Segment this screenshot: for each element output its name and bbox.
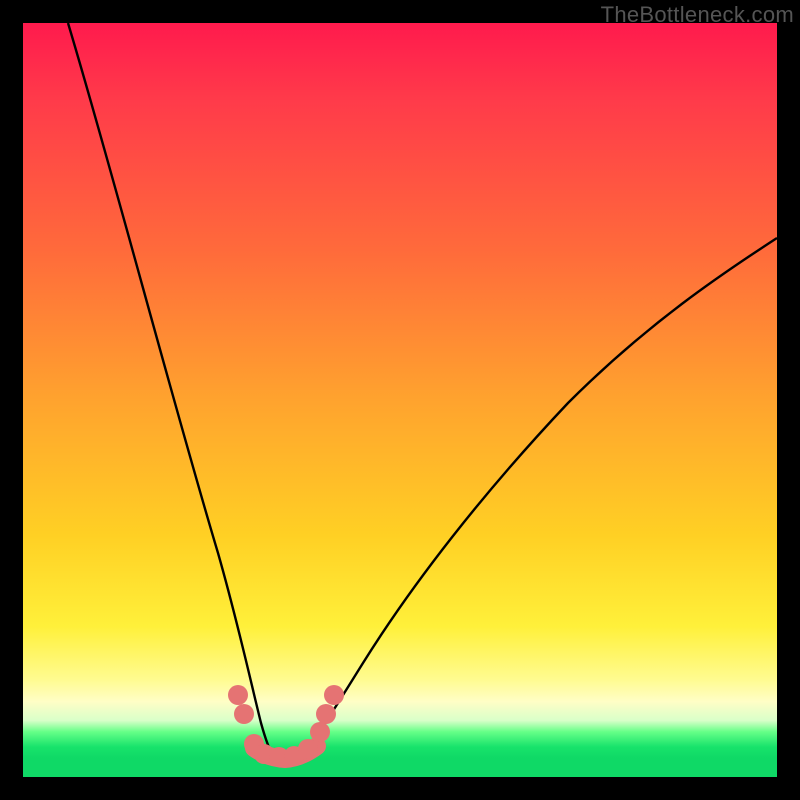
- curve-left-branch: [68, 23, 273, 755]
- highlight-dot: [316, 704, 336, 724]
- chart-svg: [23, 23, 777, 777]
- watermark-text: TheBottleneck.com: [601, 2, 794, 28]
- highlight-dot: [298, 739, 318, 759]
- highlight-dots-group: [228, 685, 344, 767]
- highlight-dot: [324, 685, 344, 705]
- chart-plot-area: [23, 23, 777, 777]
- highlight-dot: [228, 685, 248, 705]
- highlight-dot: [310, 722, 330, 742]
- highlight-dot: [234, 704, 254, 724]
- curve-right-branch: [301, 238, 777, 755]
- chart-frame: TheBottleneck.com: [0, 0, 800, 800]
